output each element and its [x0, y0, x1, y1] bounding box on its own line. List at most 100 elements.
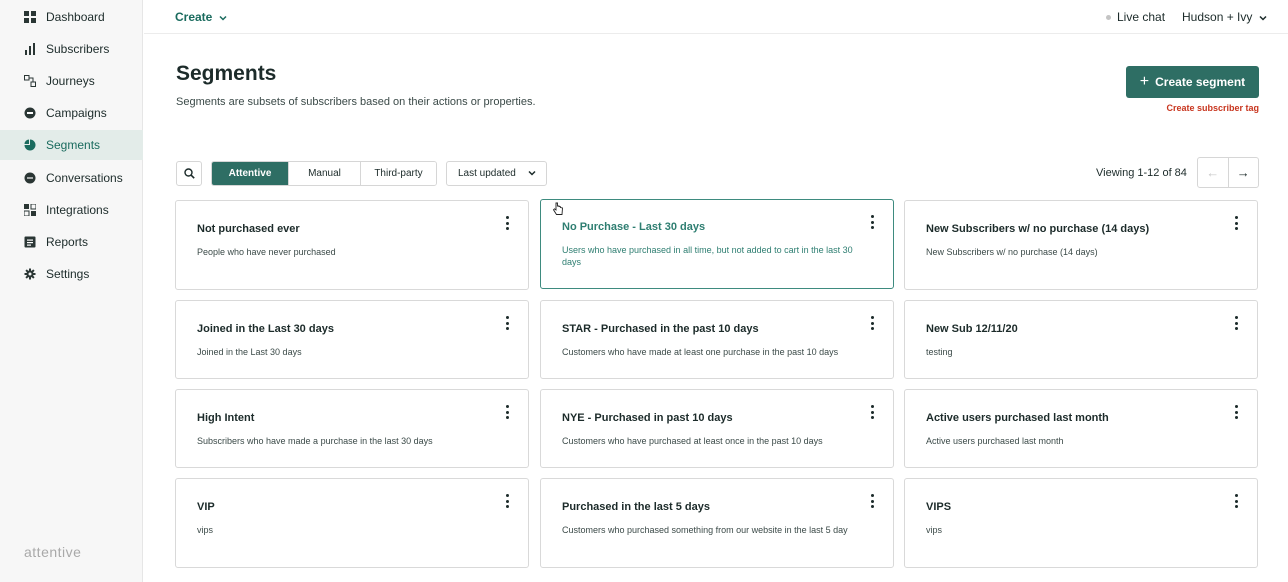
arrow-right-icon: →	[1236, 165, 1250, 180]
sidebar-item-label: Campaigns	[46, 106, 107, 120]
sidebar-item-label: Segments	[46, 138, 101, 152]
more-options-icon[interactable]	[1233, 316, 1239, 330]
search-icon	[183, 168, 195, 179]
segment-card-title: Purchased in the last 5 days	[562, 501, 710, 513]
segment-card-description: vips	[197, 525, 214, 535]
segment-card-title: Not purchased ever	[197, 223, 300, 235]
segment-card[interactable]: New Subscribers w/ no purchase (14 days)…	[904, 200, 1258, 290]
segment-type-tabs: Attentive Manual Third-party	[211, 161, 437, 186]
gear-icon	[24, 268, 36, 280]
segment-card-description: Joined in the Last 30 days	[197, 347, 302, 357]
pagination-status: Viewing 1-12 of 84	[1096, 167, 1187, 179]
sidebar-item-reports[interactable]: Reports	[0, 227, 143, 257]
reports-icon	[24, 236, 36, 248]
segment-card-description: Customers who have made at least one pur…	[562, 347, 839, 357]
page-description: Segments are subsets of subscribers base…	[176, 96, 536, 108]
sidebar-item-settings[interactable]: Settings	[0, 259, 143, 289]
status-dot-icon	[1106, 14, 1111, 20]
sidebar-item-campaigns[interactable]: Campaigns	[0, 98, 143, 128]
create-segment-button[interactable]: + Create segment	[1126, 66, 1259, 98]
segment-card[interactable]: Active users purchased last month Active…	[904, 389, 1258, 468]
more-options-icon[interactable]	[869, 316, 875, 330]
sidebar-item-conversations[interactable]: Conversations	[0, 163, 143, 193]
more-options-icon[interactable]	[504, 216, 510, 230]
tab-attentive[interactable]: Attentive	[212, 162, 288, 185]
segment-card-description: Subscribers who have made a purchase in …	[197, 436, 433, 446]
tab-third-party[interactable]: Third-party	[360, 162, 436, 185]
journeys-icon	[24, 75, 36, 87]
account-menu[interactable]: Hudson + Ivy	[1182, 10, 1267, 24]
sidebar-item-label: Conversations	[46, 171, 123, 185]
segment-card-description: New Subscribers w/ no purchase (14 days)	[926, 247, 1098, 257]
create-menu-button[interactable]: Create	[175, 10, 227, 24]
sidebar-item-journeys[interactable]: Journeys	[0, 66, 143, 96]
segment-card-title: Active users purchased last month	[926, 412, 1109, 424]
segment-card[interactable]: Purchased in the last 5 days Customers w…	[540, 478, 894, 568]
sidebar-item-label: Journeys	[46, 74, 95, 88]
segment-card[interactable]: NYE - Purchased in past 10 days Customer…	[540, 389, 894, 468]
sort-select-value: Last updated	[458, 168, 516, 179]
segment-card-title: VIP	[197, 501, 215, 513]
chevron-down-icon	[1259, 15, 1267, 21]
tab-manual[interactable]: Manual	[288, 162, 360, 185]
segment-card[interactable]: Joined in the Last 30 days Joined in the…	[175, 300, 529, 379]
dashboard-icon	[24, 11, 36, 23]
pie-icon	[24, 139, 36, 151]
segment-card[interactable]: High Intent Subscribers who have made a …	[175, 389, 529, 468]
create-subscriber-tag-link[interactable]: Create subscriber tag	[1166, 103, 1259, 113]
more-options-icon[interactable]	[504, 494, 510, 508]
more-options-icon[interactable]	[504, 316, 510, 330]
page-title: Segments	[176, 62, 277, 85]
chevron-down-icon	[528, 170, 536, 176]
sidebar-item-integrations[interactable]: Integrations	[0, 195, 143, 225]
segment-card-title: New Sub 12/11/20	[926, 323, 1018, 335]
account-name: Hudson + Ivy	[1182, 10, 1253, 24]
more-options-icon[interactable]	[1233, 216, 1239, 230]
segment-card[interactable]: STAR - Purchased in the past 10 days Cus…	[540, 300, 894, 379]
more-options-icon[interactable]	[1233, 494, 1239, 508]
more-options-icon[interactable]	[504, 405, 510, 419]
segment-card-title: NYE - Purchased in past 10 days	[562, 412, 733, 424]
segment-card-title: STAR - Purchased in the past 10 days	[562, 323, 759, 335]
sidebar-item-label: Integrations	[46, 203, 109, 217]
campaigns-icon	[24, 107, 36, 119]
chat-icon	[24, 172, 36, 184]
sidebar-item-segments[interactable]: Segments	[0, 130, 143, 160]
create-menu-label: Create	[175, 10, 213, 24]
segment-card-description: People who have never purchased	[197, 247, 336, 257]
segment-card[interactable]: VIPS vips	[904, 478, 1258, 568]
segment-card[interactable]: Not purchased ever People who have never…	[175, 200, 529, 290]
more-options-icon[interactable]	[869, 215, 875, 229]
chevron-down-icon	[219, 15, 227, 21]
plus-icon: +	[1139, 73, 1150, 90]
search-button[interactable]	[176, 161, 202, 186]
hand-cursor-icon	[552, 202, 563, 215]
segment-card-description: testing	[926, 347, 953, 357]
segment-card-title: High Intent	[197, 412, 255, 424]
sort-select[interactable]: Last updated	[446, 161, 547, 186]
segment-card[interactable]: No Purchase - Last 30 days Users who hav…	[540, 199, 894, 289]
more-options-icon[interactable]	[1233, 405, 1239, 419]
sidebar-item-label: Settings	[46, 267, 90, 281]
bar-chart-icon	[24, 43, 36, 55]
sidebar-item-subscribers[interactable]: Subscribers	[0, 34, 143, 64]
pagination-controls: ← →	[1197, 157, 1259, 188]
segment-card[interactable]: VIP vips	[175, 478, 529, 568]
sidebar: Dashboard Subscribers Journeys Campaigns…	[0, 0, 143, 582]
sidebar-item-dashboard[interactable]: Dashboard	[0, 2, 143, 32]
segment-card-title: Joined in the Last 30 days	[197, 323, 334, 335]
segment-card[interactable]: New Sub 12/11/20 testing	[904, 300, 1258, 379]
segment-card-description: vips	[926, 525, 943, 535]
segment-card-title: VIPS	[926, 501, 952, 513]
more-options-icon[interactable]	[869, 494, 875, 508]
segment-card-title: No Purchase - Last 30 days	[562, 221, 706, 233]
previous-page-button[interactable]: ←	[1198, 158, 1229, 187]
segment-card-description: Customers who have purchased at least on…	[562, 436, 823, 446]
next-page-button[interactable]: →	[1229, 158, 1259, 187]
more-options-icon[interactable]	[869, 405, 875, 419]
brand-logo: attentive	[24, 544, 82, 560]
live-chat-link[interactable]: Live chat	[1106, 10, 1165, 24]
sidebar-item-label: Dashboard	[46, 10, 105, 24]
segment-card-title: New Subscribers w/ no purchase (14 days)	[926, 223, 1150, 235]
segment-card-description: Active users purchased last month	[926, 436, 1064, 446]
